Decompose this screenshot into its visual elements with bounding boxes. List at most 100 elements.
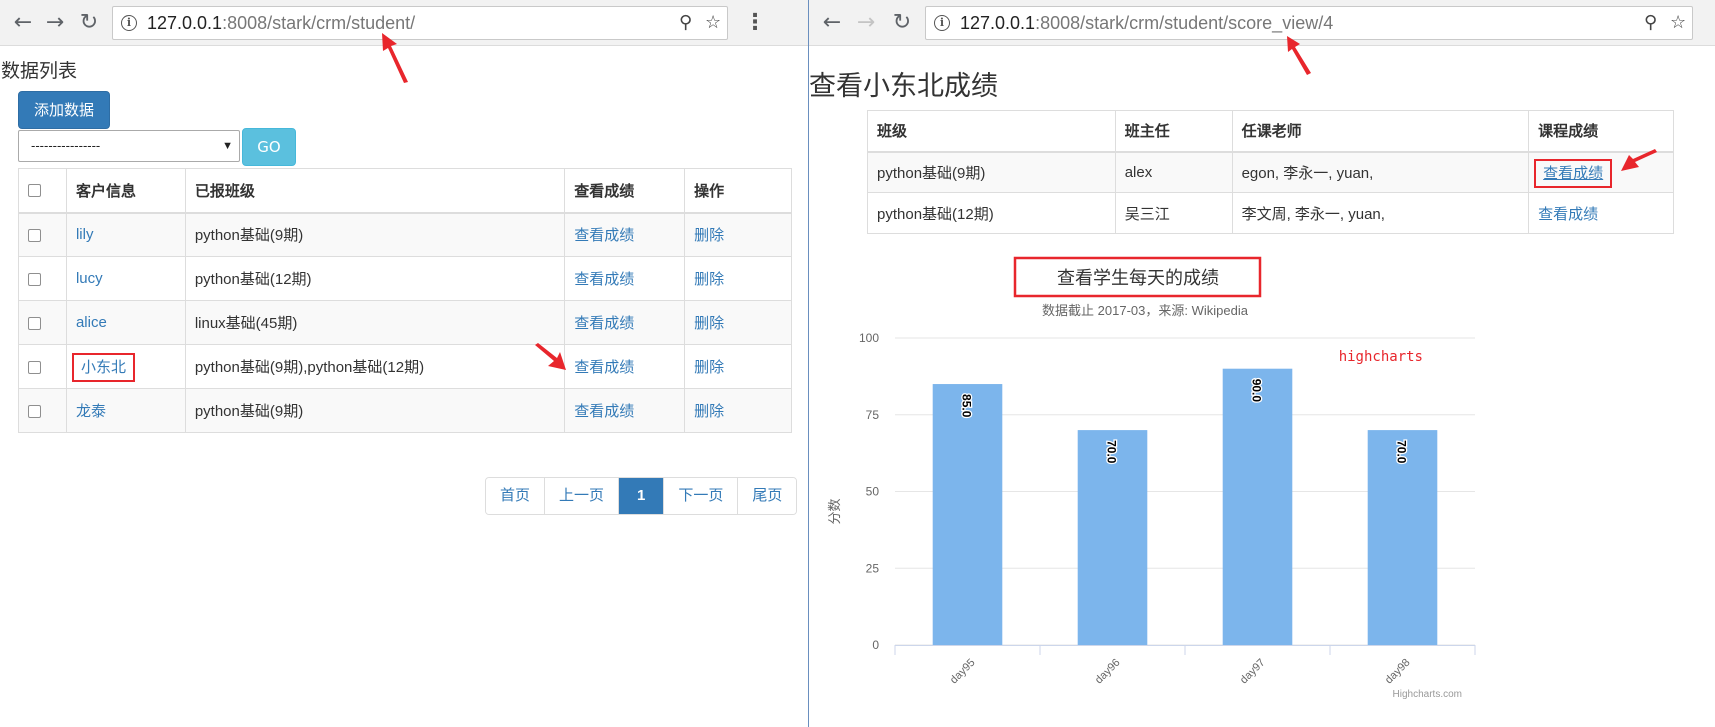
bookmark-star-icon[interactable]: ☆: [705, 12, 721, 33]
reload-icon[interactable]: ↻: [885, 6, 919, 40]
prev-page-link[interactable]: 上一页: [544, 478, 619, 514]
y-tick-label: 50: [866, 485, 880, 499]
pagination: 首页 上一页 1 下一页 尾页: [485, 477, 798, 515]
annotation-arrow-icon: [535, 343, 567, 370]
score-cell: 查看成绩: [564, 388, 686, 433]
delete-link[interactable]: 删除: [694, 359, 724, 376]
page-title: 数据列表: [1, 60, 78, 82]
student-name-link[interactable]: 小东北: [71, 353, 135, 382]
checkbox-cell: [18, 344, 67, 389]
checkbox-cell: [18, 388, 67, 433]
row-checkbox[interactable]: [28, 316, 41, 330]
x-tick-label: day95: [948, 657, 978, 687]
first-page-link[interactable]: 首页: [486, 478, 545, 514]
annotation-arrow-icon: [1621, 148, 1658, 171]
action-cell: 删除: [684, 212, 792, 257]
student-name-link[interactable]: lily: [76, 226, 94, 243]
table-row: lucy python基础(12期) 查看成绩 删除: [18, 256, 792, 301]
action-cell: 删除: [684, 388, 792, 433]
current-page[interactable]: 1: [618, 478, 664, 514]
view-score-link[interactable]: 查看成绩: [1538, 206, 1598, 223]
y-axis-label: 分数: [827, 498, 842, 524]
column-header: 操作: [684, 168, 792, 214]
back-icon[interactable]: ←: [6, 6, 40, 40]
name-cell: 小东北: [65, 344, 186, 389]
name-cell: 龙泰: [65, 388, 186, 433]
view-score-link[interactable]: 查看成绩: [574, 359, 634, 376]
column-header: 课程成绩: [1528, 110, 1674, 153]
data-label: 85.0: [960, 394, 974, 418]
forward-icon[interactable]: →: [38, 6, 72, 40]
head-teacher-cell: 吴三江: [1114, 192, 1233, 234]
classes-cell: python基础(9期): [184, 388, 566, 433]
class-cell: python基础(12期): [867, 192, 1116, 234]
info-icon[interactable]: i: [934, 15, 950, 31]
row-checkbox[interactable]: [28, 404, 41, 418]
view-score-link[interactable]: 查看成绩: [574, 227, 634, 244]
delete-link[interactable]: 删除: [694, 227, 724, 244]
view-score-link[interactable]: 查看成绩: [574, 315, 634, 332]
action-cell: 删除: [684, 344, 792, 389]
column-header: 查看成绩: [564, 168, 686, 214]
bar[interactable]: [1222, 368, 1293, 645]
view-score-link[interactable]: 查看成绩: [574, 271, 634, 288]
row-checkbox[interactable]: [28, 360, 41, 374]
bookmark-star-icon[interactable]: ☆: [1670, 12, 1686, 33]
name-cell: lucy: [65, 256, 186, 301]
delete-link[interactable]: 删除: [694, 315, 724, 332]
checkbox-cell: [18, 212, 67, 257]
next-page-link[interactable]: 下一页: [663, 478, 738, 514]
reload-icon[interactable]: ↻: [72, 6, 106, 40]
name-cell: lily: [65, 212, 186, 257]
classes-cell: linux基础(45期): [184, 300, 566, 345]
student-name-link[interactable]: alice: [76, 314, 107, 331]
checkbox-cell: [18, 256, 67, 301]
add-data-button[interactable]: 添加数据: [18, 91, 110, 129]
forward-icon[interactable]: →: [849, 6, 883, 40]
bar[interactable]: [932, 384, 1003, 645]
info-icon[interactable]: i: [121, 15, 137, 31]
y-tick-label: 75: [866, 408, 880, 422]
delete-link[interactable]: 删除: [694, 403, 724, 420]
student-name-link[interactable]: lucy: [76, 270, 103, 287]
student-name-link[interactable]: 龙泰: [76, 403, 106, 420]
table-header-row: 班级 班主任 任课老师 课程成绩: [867, 110, 1674, 153]
annotation-arrow-icon: [1287, 36, 1311, 75]
checkbox-cell: [18, 300, 67, 345]
view-score-link[interactable]: 查看成绩: [1534, 158, 1613, 188]
back-icon[interactable]: ←: [815, 6, 849, 40]
page-title: 查看小东北成绩: [809, 71, 998, 102]
score-bar-chart: 查看学生每天的成绩 数据截止 2017-03，来源: Wikipedia hig…: [827, 256, 1476, 700]
class-score-table: 班级 班主任 任课老师 课程成绩 python基础(9期) alex egon,…: [867, 110, 1674, 234]
y-tick-label: 100: [859, 331, 879, 345]
chart-subtitle: 数据截止 2017-03，来源: Wikipedia: [1042, 303, 1249, 318]
annotation-arrow-icon: [382, 33, 408, 83]
score-cell: 查看成绩: [564, 300, 686, 345]
classes-cell: python基础(9期): [184, 212, 566, 257]
last-page-link[interactable]: 尾页: [737, 478, 797, 514]
table-row: python基础(12期) 吴三江 李文周, 李永一, yuan, 查看成绩: [867, 192, 1674, 234]
url-text: 127.0.0.1:8008/stark/crm/student/score_v…: [960, 13, 1334, 33]
data-labels: 85.0 70.0 90.0 70.0: [958, 377, 1410, 465]
delete-link[interactable]: 删除: [694, 271, 724, 288]
score-cell: 查看成绩: [535, 343, 686, 389]
select-all-checkbox[interactable]: [28, 184, 41, 198]
student-table: 客户信息 已报班级 查看成绩 操作 lily python基础(9期) 查看成绩…: [18, 168, 792, 433]
chart-title: 查看学生每天的成绩: [1057, 268, 1219, 288]
row-checkbox[interactable]: [28, 272, 41, 286]
url-text: 127.0.0.1:8008/stark/crm/student/: [147, 13, 416, 33]
go-button[interactable]: GO: [242, 128, 296, 166]
row-checkbox[interactable]: [28, 228, 41, 242]
zoom-icon[interactable]: ⚲: [1644, 12, 1657, 33]
address-bar[interactable]: i 127.0.0.1:8008/stark/crm/student/ ⚲ ☆: [112, 6, 728, 40]
menu-dots-icon[interactable]: ⋮: [744, 6, 766, 40]
view-score-link[interactable]: 查看成绩: [574, 403, 634, 420]
filter-select-value: ----------------: [31, 138, 101, 153]
zoom-icon[interactable]: ⚲: [679, 12, 692, 33]
data-label: 70.0: [1105, 440, 1119, 464]
filter-select[interactable]: ---------------- ▼: [18, 130, 240, 162]
data-label: 70.0: [1395, 440, 1409, 464]
x-tick-label: day98: [1383, 657, 1413, 687]
score-cell: 查看成绩: [1528, 148, 1674, 193]
name-cell: alice: [65, 300, 186, 345]
